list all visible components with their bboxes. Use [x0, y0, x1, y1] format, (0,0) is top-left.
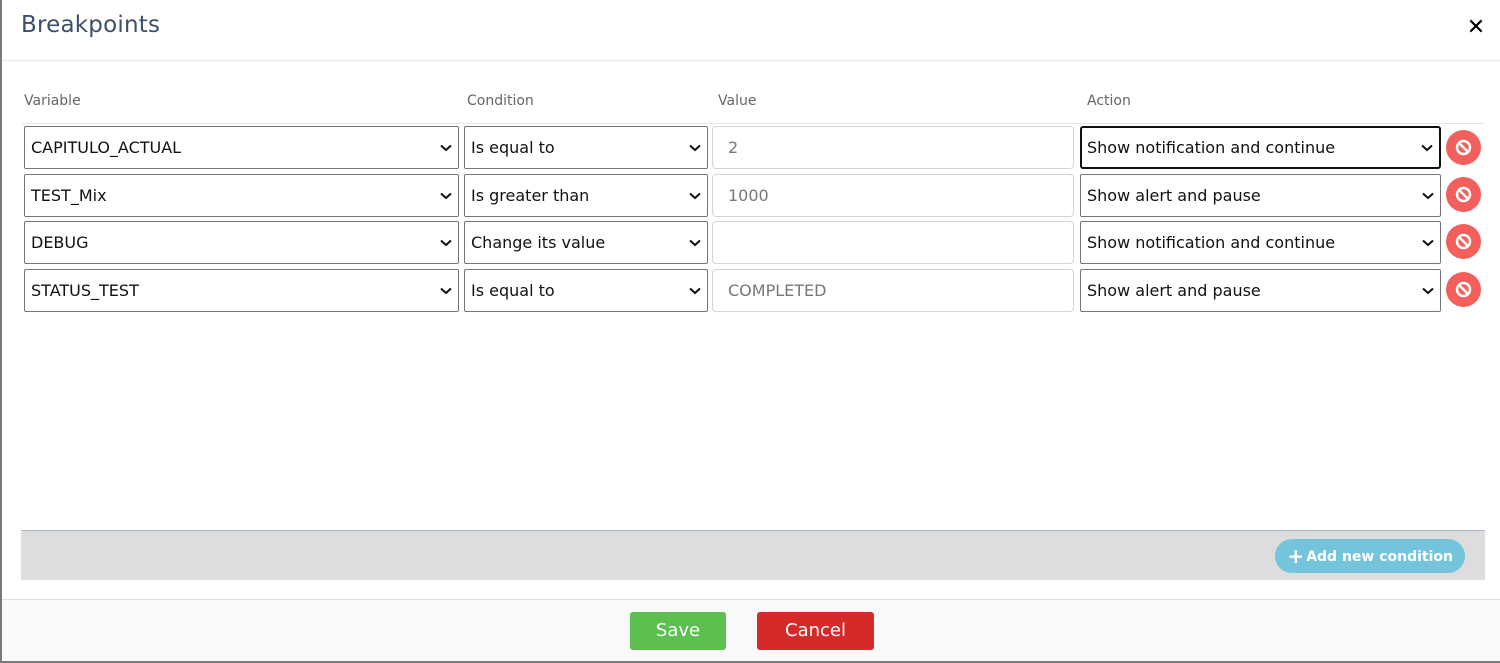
condition-select[interactable]: Is greater than — [464, 174, 708, 217]
save-button[interactable]: Save — [630, 612, 726, 650]
action-select[interactable]: Show alert and pause — [1080, 269, 1441, 312]
condition-select[interactable]: Is equal to — [464, 126, 708, 169]
breakpoints-dialog: Breakpoints ✕ Variable Condition Value A… — [0, 0, 1500, 663]
chevron-down-icon — [1422, 222, 1434, 263]
dialog-footer: Save Cancel — [2, 599, 1500, 661]
breakpoint-row: DEBUG Change its value Show notification… — [2, 221, 1500, 265]
cancel-button[interactable]: Cancel — [757, 612, 874, 650]
breakpoint-row: TEST_Mix Is greater than 1000 Show alert… — [2, 174, 1500, 218]
action-select-value: Show alert and pause — [1087, 186, 1261, 205]
chevron-down-icon — [440, 270, 452, 311]
variable-select[interactable]: TEST_Mix — [24, 174, 459, 217]
condition-select[interactable]: Is equal to — [464, 269, 708, 312]
breakpoint-row: CAPITULO_ACTUAL Is equal to 2 Show notif… — [2, 126, 1500, 170]
condition-select[interactable]: Change its value — [464, 221, 708, 264]
value-input[interactable]: 1000 — [712, 174, 1074, 217]
add-new-condition-button[interactable]: + Add new condition — [1275, 539, 1465, 573]
chevron-down-icon — [1422, 175, 1434, 216]
delete-row-button[interactable] — [1446, 130, 1481, 165]
column-header-condition: Condition — [467, 93, 534, 109]
condition-select-value: Is equal to — [471, 281, 555, 300]
delete-row-button[interactable] — [1446, 177, 1481, 212]
value-input-text: 2 — [728, 138, 739, 157]
dialog-title: Breakpoints — [21, 12, 161, 38]
column-header-variable: Variable — [24, 93, 81, 109]
header-divider — [22, 123, 1485, 124]
action-select[interactable]: Show alert and pause — [1080, 174, 1441, 217]
variable-select[interactable]: CAPITULO_ACTUAL — [24, 126, 459, 169]
column-header-action: Action — [1087, 93, 1131, 109]
value-input[interactable]: 2 — [712, 126, 1074, 169]
value-input[interactable] — [712, 221, 1074, 264]
action-select[interactable]: Show notification and continue — [1080, 221, 1441, 264]
variable-select-value: TEST_Mix — [31, 186, 107, 205]
ban-icon — [1455, 281, 1472, 298]
chevron-down-icon — [440, 127, 452, 168]
variable-select[interactable]: DEBUG — [24, 221, 459, 264]
variable-select-value: STATUS_TEST — [31, 281, 139, 300]
chevron-down-icon — [1421, 128, 1433, 167]
variable-select-value: DEBUG — [31, 233, 89, 252]
chevron-down-icon — [689, 127, 701, 168]
condition-select-value: Is greater than — [471, 186, 590, 205]
delete-row-button[interactable] — [1446, 224, 1481, 259]
action-select-value: Show notification and continue — [1087, 233, 1336, 252]
breakpoint-row: STATUS_TEST Is equal to COMPLETED Show a… — [2, 269, 1500, 313]
chevron-down-icon — [689, 222, 701, 263]
ban-icon — [1455, 186, 1472, 203]
ban-icon — [1455, 233, 1472, 250]
chevron-down-icon — [689, 175, 701, 216]
chevron-down-icon — [689, 270, 701, 311]
delete-row-button[interactable] — [1446, 272, 1481, 307]
dialog-header: Breakpoints ✕ — [2, 0, 1500, 61]
action-select-value: Show notification and continue — [1087, 138, 1336, 157]
ban-icon — [1455, 139, 1472, 156]
conditions-toolbar: + Add new condition — [21, 530, 1485, 580]
chevron-down-icon — [1422, 270, 1434, 311]
add-new-condition-label: Add new condition — [1306, 549, 1453, 565]
condition-select-value: Change its value — [471, 233, 606, 252]
variable-select-value: CAPITULO_ACTUAL — [31, 138, 182, 157]
value-input[interactable]: COMPLETED — [712, 269, 1074, 312]
plus-icon: + — [1287, 544, 1305, 568]
value-input-text: 1000 — [728, 186, 769, 205]
chevron-down-icon — [440, 222, 452, 263]
close-icon: ✕ — [1466, 15, 1486, 40]
action-select[interactable]: Show notification and continue — [1080, 126, 1441, 169]
condition-select-value: Is equal to — [471, 138, 555, 157]
column-header-value: Value — [718, 93, 757, 109]
value-input-text: COMPLETED — [728, 281, 827, 300]
action-select-value: Show alert and pause — [1087, 281, 1261, 300]
variable-select[interactable]: STATUS_TEST — [24, 269, 459, 312]
close-button[interactable]: ✕ — [1466, 16, 1486, 40]
chevron-down-icon — [440, 175, 452, 216]
